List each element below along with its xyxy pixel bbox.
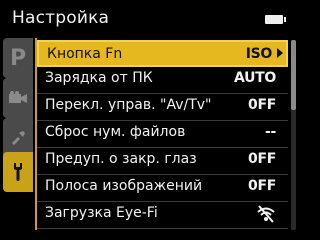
playback-tab[interactable]: P (3, 38, 33, 78)
movie-camera-icon (9, 91, 27, 103)
setup-menu-list: Кнопка Fn ISO Зарядка от ПК AUTO Перекл.… (35, 38, 290, 230)
menu-item-av-tv-switch[interactable]: Перекл. управ. "Av/Tv" 0FF (37, 93, 288, 121)
menu-item-filmstrip[interactable]: Полоса изображений 0FF (37, 174, 288, 202)
battery-full-icon (265, 15, 286, 24)
menu-item-eye-fi-upload[interactable]: Загрузка Eye-Fi (37, 201, 288, 229)
menu-item-value: AUTO (233, 70, 276, 86)
menu-item-value: 0FF (248, 178, 276, 194)
camera-menu-screen: Настройка P Кнопка Fn ISO Зарядка от ПК … (0, 0, 300, 240)
chevron-right-icon (277, 48, 283, 58)
menu-scrollbar[interactable] (291, 40, 296, 230)
menu-item-label: Перекл. управ. "Av/Tv" (45, 97, 212, 113)
menu-item-label: Полоса изображений (45, 178, 203, 194)
setup-tab[interactable] (3, 152, 33, 192)
menu-item-value: -- (264, 124, 276, 140)
menu-item-label: Загрузка Eye-Fi (45, 205, 158, 221)
menu-item-fn-button[interactable]: Кнопка Fn ISO (37, 40, 288, 67)
menu-tabs: P (3, 38, 35, 230)
menu-item-label: Предуп. о закр. глаз (45, 151, 197, 167)
menu-item-pc-charging[interactable]: Зарядка от ПК AUTO (37, 66, 288, 94)
menu-item-label: Сброс нум. файлов (45, 124, 186, 140)
wrench-icon (14, 163, 22, 181)
menu-item-label: Зарядка от ПК (45, 70, 153, 86)
scroll-thumb[interactable] (291, 40, 296, 110)
movie-tab[interactable] (3, 78, 33, 118)
playback-p-glyph: P (9, 45, 27, 71)
menu-item-value: 0FF (248, 97, 276, 113)
retouch-icon (12, 131, 25, 145)
menu-item-reset-file-numbering[interactable]: Сброс нум. файлов -- (37, 120, 288, 148)
menu-item-label: Кнопка Fn (47, 46, 123, 62)
menu-header: Настройка (0, 0, 300, 40)
menu-item-blink-warning[interactable]: Предуп. о закр. глаз 0FF (37, 147, 288, 175)
menu-item-value: ISO (245, 46, 273, 62)
menu-title: Настройка (12, 8, 110, 28)
menu-item-value: 0FF (248, 151, 276, 167)
eye-fi-disabled-icon (256, 205, 276, 223)
